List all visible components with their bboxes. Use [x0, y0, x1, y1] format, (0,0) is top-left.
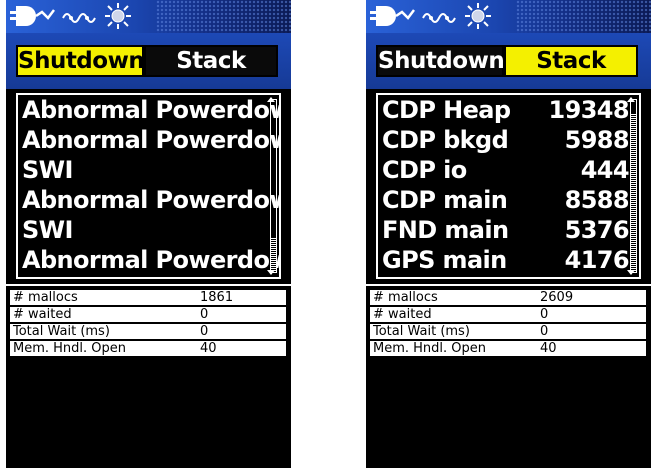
stat-value: 1861	[200, 290, 234, 305]
stack-usage-list[interactable]: CDP Heap 19348 CDP bkgd 5988 CDP io 444 CDP…	[376, 93, 641, 279]
power-plug-icon	[370, 3, 416, 33]
table-row: Mem. Hndl. Open 40	[370, 341, 646, 357]
table-row: # waited 0	[10, 307, 286, 323]
stat-key: Mem. Hndl. Open	[13, 341, 127, 356]
list-item: SWI	[18, 155, 279, 185]
scroll-down-arrow-icon	[627, 270, 635, 275]
stat-value: 0	[200, 307, 209, 322]
table-row: Total Wait (ms) 0	[370, 324, 646, 340]
list-scrollbar[interactable]	[267, 97, 277, 275]
satellite-signal-icon	[422, 8, 456, 30]
table-row: # mallocs 2609	[370, 290, 646, 306]
device-screen-stack: Shutdown Stack CDP Heap 19348 CDP bkgd 598…	[366, 0, 651, 468]
scroll-down-arrow-icon	[267, 270, 275, 275]
shutdown-log-list[interactable]: Abnormal Powerdown Abnormal Powerdown SW…	[16, 93, 281, 279]
list-item: Abnormal Powerdown	[18, 125, 279, 155]
device-screen-shutdown: Shutdown Stack Abnormal Powerdown Abnorm…	[6, 0, 291, 468]
list-item-label: CDP io	[382, 156, 467, 184]
list-item: Abnormal Powerdown	[18, 185, 279, 215]
list-item-value: 444	[580, 156, 630, 184]
tab-bar: Shutdown Stack	[366, 33, 651, 89]
table-row: Total Wait (ms) 0	[10, 324, 286, 340]
list-item: CDP io 444	[378, 155, 639, 185]
backlight-sun-icon	[104, 2, 132, 34]
backlight-sun-icon	[464, 2, 492, 34]
list-item-value: 5988	[564, 126, 630, 154]
list-item: FND main 5376	[378, 215, 639, 245]
stat-key: # mallocs	[373, 290, 438, 305]
list-item-label: CDP main	[382, 186, 508, 214]
list-item-label: Abnormal Powerdown	[22, 96, 281, 124]
list-item-label: FND main	[382, 216, 509, 244]
list-item-label: GPS main	[382, 246, 507, 274]
stat-value: 2609	[540, 290, 574, 305]
scroll-up-arrow-icon	[627, 97, 635, 102]
list-item: CDP Heap 19348	[378, 95, 639, 125]
status-bar	[6, 0, 291, 33]
list-item: SWI	[18, 215, 279, 245]
power-plug-icon	[10, 3, 56, 33]
stat-key: Total Wait (ms)	[13, 324, 110, 339]
list-item: Abnormal Powerdown	[18, 95, 279, 125]
tab-bar: Shutdown Stack	[6, 33, 291, 89]
table-row: # mallocs 1861	[10, 290, 286, 306]
stat-value: 0	[200, 324, 209, 339]
stat-value: 40	[540, 341, 557, 356]
stat-key: Mem. Hndl. Open	[373, 341, 487, 356]
list-item-label: Abnormal Powerdown	[22, 246, 281, 274]
stat-key: Total Wait (ms)	[373, 324, 470, 339]
stat-value: 40	[200, 341, 217, 356]
tab-shutdown[interactable]: Shutdown	[16, 45, 145, 77]
list-item-label: SWI	[22, 156, 73, 184]
list-item-label: Abnormal Powerdown	[22, 126, 281, 154]
status-bar	[366, 0, 651, 33]
stat-value: 0	[540, 324, 549, 339]
list-item: CDP bkgd 5988	[378, 125, 639, 155]
satellite-signal-icon	[62, 8, 96, 30]
list-item-label: CDP Heap	[382, 96, 511, 124]
list-item-value: 5376	[564, 216, 630, 244]
stat-key: # waited	[13, 307, 72, 322]
tab-shutdown[interactable]: Shutdown	[376, 45, 505, 77]
list-item-label: CDP bkgd	[382, 126, 509, 154]
list-item-value: 8588	[564, 186, 630, 214]
tab-stack[interactable]: Stack	[144, 45, 278, 77]
stat-key: # mallocs	[13, 290, 78, 305]
table-row: Mem. Hndl. Open 40	[10, 341, 286, 357]
stats-table: # mallocs 1861 # waited 0 Total Wait (ms) 0…	[6, 284, 291, 468]
list-item: CDP main 8588	[378, 185, 639, 215]
tab-stack[interactable]: Stack	[504, 45, 638, 77]
scroll-up-arrow-icon	[267, 97, 275, 102]
list-scrollbar[interactable]	[627, 97, 637, 275]
stats-table: # mallocs 2609 # waited 0 Total Wait (ms) 0…	[366, 284, 651, 468]
stat-value: 0	[540, 307, 549, 322]
table-row: # waited 0	[370, 307, 646, 323]
list-item: GPS main 4176	[378, 245, 639, 275]
list-item-label: Abnormal Powerdown	[22, 186, 281, 214]
list-item: Abnormal Powerdown	[18, 245, 279, 275]
stat-key: # waited	[373, 307, 432, 322]
list-item-value: 19348	[548, 96, 630, 124]
list-item-label: SWI	[22, 216, 73, 244]
list-item-value: 4176	[564, 246, 630, 274]
